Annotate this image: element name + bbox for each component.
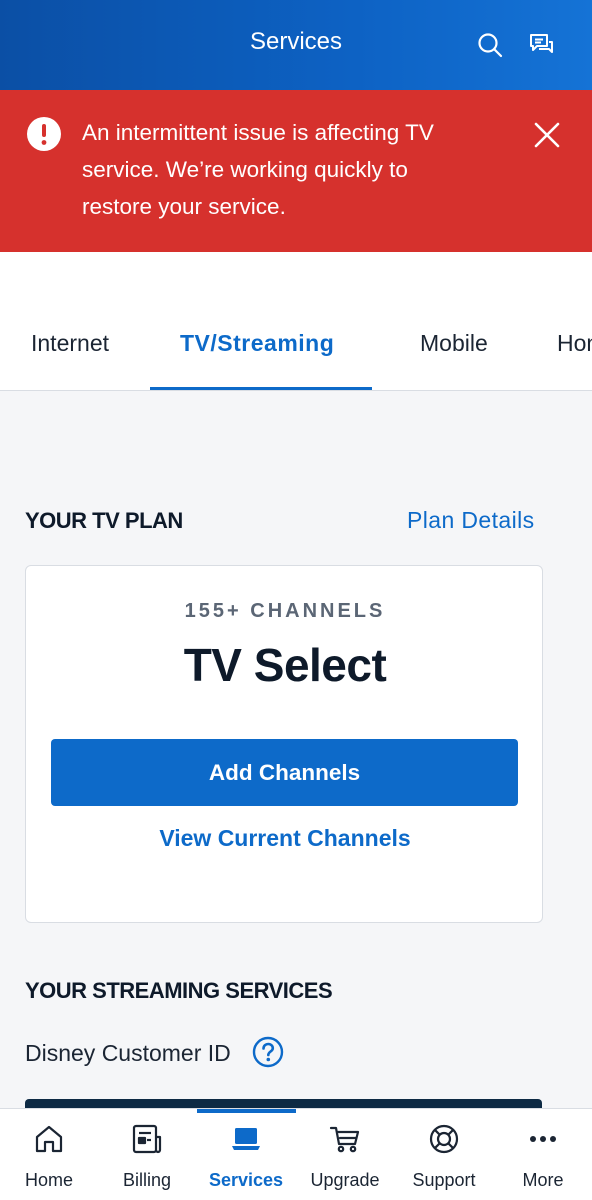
close-icon[interactable] bbox=[530, 118, 564, 152]
disney-customer-id-label: Disney Customer ID bbox=[25, 1040, 231, 1066]
lifebuoy-icon bbox=[429, 1124, 459, 1154]
home-icon bbox=[35, 1125, 63, 1153]
billing-icon bbox=[132, 1124, 162, 1154]
nav-billing[interactable]: Billing bbox=[98, 1109, 196, 1200]
service-tabs: Internet TV/Streaming Mobile Home bbox=[0, 252, 592, 391]
channel-count: 155+ CHANNELS bbox=[184, 600, 386, 622]
cart-icon bbox=[329, 1126, 360, 1153]
tab-tv-streaming[interactable]: TV/Streaming bbox=[180, 330, 334, 357]
chat-icon[interactable] bbox=[525, 28, 559, 62]
nav-more[interactable]: More bbox=[494, 1109, 592, 1200]
alert-message: An intermittent issue is affecting TV se… bbox=[82, 120, 434, 219]
plan-name: TV Select bbox=[183, 639, 387, 691]
streaming-section-title: YOUR STREAMING SERVICES bbox=[25, 978, 333, 1003]
services-icon bbox=[232, 1128, 260, 1150]
nav-services[interactable]: Services bbox=[197, 1109, 295, 1200]
bottom-navigation: Home Billing Services Upgrade Support Mo… bbox=[0, 1108, 592, 1200]
tv-plan-card: 155+ CHANNELS TV Select Add Channels Vie… bbox=[25, 565, 543, 923]
help-icon[interactable] bbox=[252, 1036, 284, 1068]
view-current-channels-link[interactable]: View Current Channels bbox=[26, 825, 544, 852]
nav-upgrade[interactable]: Upgrade bbox=[296, 1109, 394, 1200]
add-channels-button[interactable]: Add Channels bbox=[51, 739, 518, 806]
more-icon bbox=[530, 1136, 556, 1142]
tab-home[interactable]: Home bbox=[557, 330, 592, 357]
active-tab-indicator bbox=[150, 387, 372, 390]
nav-support[interactable]: Support bbox=[395, 1109, 493, 1200]
tab-internet[interactable]: Internet bbox=[31, 330, 109, 357]
service-alert-banner: An intermittent issue is affecting TV se… bbox=[0, 90, 592, 252]
search-icon[interactable] bbox=[473, 28, 507, 62]
alert-icon bbox=[27, 117, 61, 151]
plan-details-link[interactable]: Plan Details bbox=[407, 507, 535, 534]
app-header: Services bbox=[0, 0, 592, 90]
tab-mobile[interactable]: Mobile bbox=[420, 330, 488, 357]
tv-plan-section-title: YOUR TV PLAN bbox=[25, 508, 183, 533]
nav-home[interactable]: Home bbox=[0, 1109, 98, 1200]
